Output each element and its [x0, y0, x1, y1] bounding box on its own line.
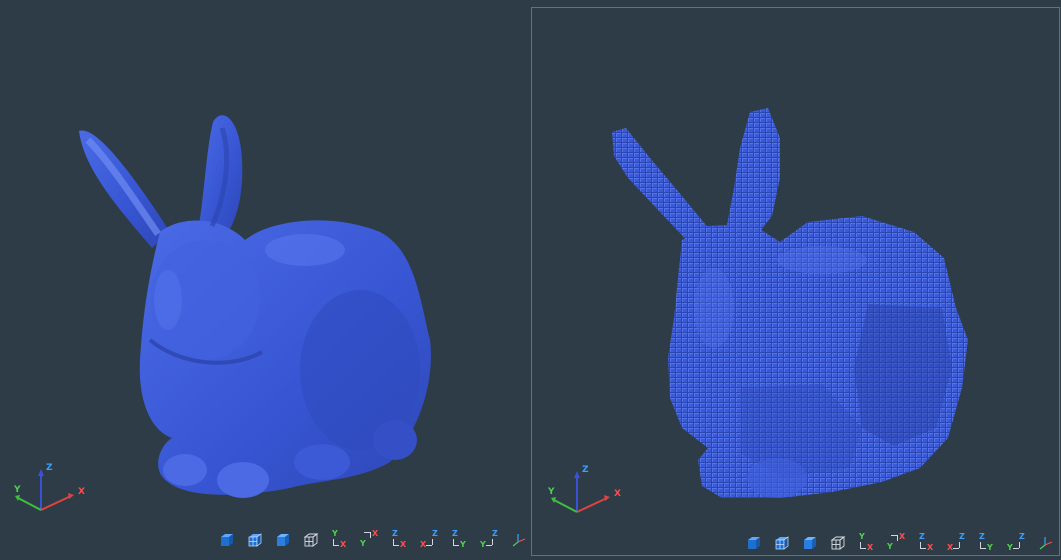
view-left-button[interactable]: Z X — [418, 530, 442, 550]
view-bottom-button[interactable]: Z Y — [478, 530, 502, 550]
axis-x-label: X — [614, 489, 621, 499]
shaded-edges-cube-icon[interactable] — [771, 533, 793, 553]
isometric-axes-icon[interactable] — [508, 530, 530, 550]
view-bottom-button[interactable]: Z Y — [1005, 533, 1029, 553]
isometric-axes-icon[interactable] — [1035, 533, 1057, 553]
view-top-button[interactable]: Z Y — [975, 533, 999, 553]
axis-triad: Z X Y — [8, 458, 88, 518]
shaded-cube-icon[interactable] — [743, 533, 765, 553]
view-toolbar: Y X X Y Z X Z X Z Y Z Y — [216, 530, 530, 550]
axis-triad: Z X Y — [540, 460, 621, 520]
view-top-button[interactable]: Z Y — [448, 530, 472, 550]
view-back-button[interactable]: X Y — [358, 530, 382, 550]
viewport-left[interactable]: Z X Y Y X X Y Z X Z X Z Y Z Y — [0, 0, 530, 560]
view-right-button[interactable]: Z X — [388, 530, 412, 550]
view-back-button[interactable]: X Y — [885, 533, 909, 553]
view-toolbar: Y X X Y Z X Z X Z Y Z Y — [743, 533, 1057, 553]
wireframe-cube-icon[interactable] — [827, 533, 849, 553]
view-left-button[interactable]: Z X — [945, 533, 969, 553]
shaded-cube-alt-icon[interactable] — [799, 533, 821, 553]
axis-z-label: Z — [582, 465, 589, 475]
axis-x-label: X — [78, 487, 85, 497]
shaded-cube-alt-icon[interactable] — [272, 530, 294, 550]
view-front-button[interactable]: Y X — [328, 530, 352, 550]
shaded-cube-icon[interactable] — [216, 530, 238, 550]
view-front-button[interactable]: Y X — [855, 533, 879, 553]
view-right-button[interactable]: Z X — [915, 533, 939, 553]
shaded-edges-cube-icon[interactable] — [244, 530, 266, 550]
axis-y-label: Y — [548, 487, 555, 497]
axis-z-label: Z — [46, 463, 53, 473]
viewport-right[interactable]: Z X Y Y X X Y Z X Z X Z Y Z Y — [531, 7, 1060, 556]
wireframe-cube-icon[interactable] — [300, 530, 322, 550]
axis-y-label: Y — [14, 485, 21, 495]
